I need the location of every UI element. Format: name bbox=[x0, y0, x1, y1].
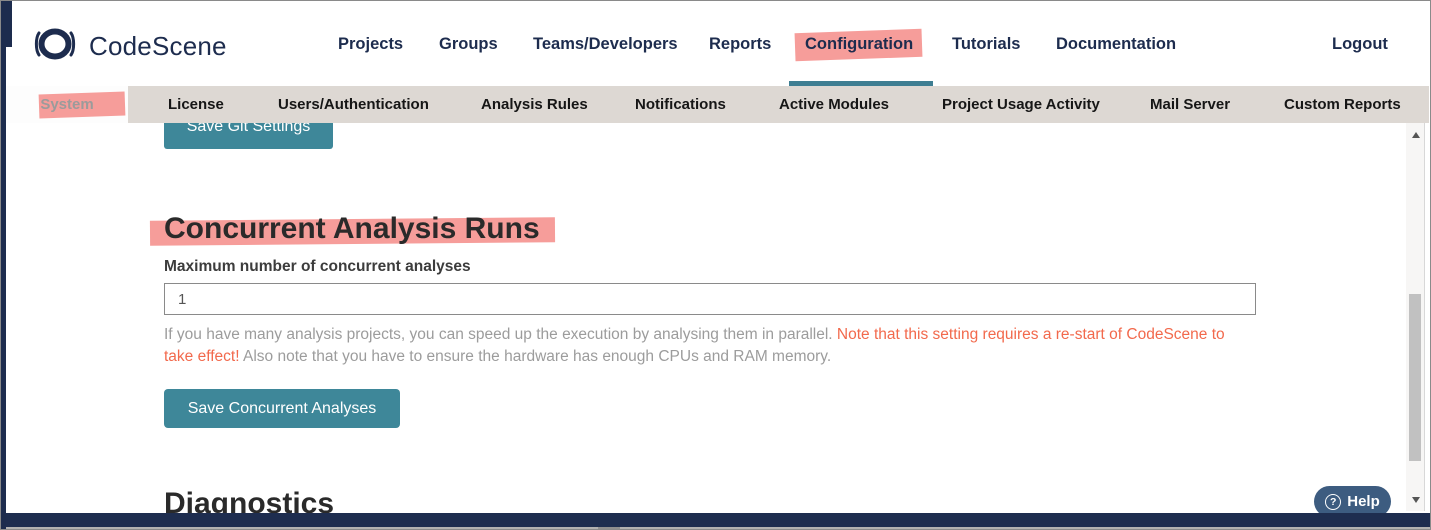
help-text-normal: Also note that you have to ensure the ha… bbox=[240, 348, 832, 365]
nav-item-teams-developers[interactable]: Teams/Developers bbox=[533, 35, 678, 54]
subnav-item-notifications[interactable]: Notifications bbox=[635, 96, 726, 113]
app-window: CodeScene Projects Groups Teams/Develope… bbox=[0, 0, 1431, 530]
nav-item-reports[interactable]: Reports bbox=[709, 35, 771, 54]
arrow-up-icon bbox=[1412, 132, 1420, 138]
concurrent-analyses-help-text: If you have many analysis projects, you … bbox=[164, 324, 1254, 367]
window-left-edge bbox=[1, 1, 6, 529]
question-circle-icon: ? bbox=[1325, 494, 1341, 510]
codescene-logo-icon bbox=[32, 25, 78, 68]
brand-name: CodeScene bbox=[89, 31, 227, 62]
section-title-concurrent-analysis: Concurrent Analysis Runs bbox=[164, 212, 540, 246]
arrow-down-icon bbox=[1412, 497, 1420, 503]
window-corner-block bbox=[1, 1, 12, 47]
brand-logo[interactable]: CodeScene bbox=[32, 25, 227, 68]
max-concurrent-analyses-label: Maximum number of concurrent analyses bbox=[164, 258, 471, 276]
logout-button[interactable]: Logout bbox=[1332, 35, 1388, 54]
configuration-subnav: System License Users/Authentication Anal… bbox=[6, 86, 1429, 123]
vertical-scrollbar[interactable] bbox=[1406, 123, 1425, 511]
help-button-label: Help bbox=[1347, 493, 1380, 510]
subnav-item-custom-reports[interactable]: Custom Reports bbox=[1284, 96, 1401, 113]
scrollbar-thumb[interactable] bbox=[1409, 294, 1421, 461]
subnav-item-active-modules[interactable]: Active Modules bbox=[779, 96, 889, 113]
subnav-item-mail-server[interactable]: Mail Server bbox=[1150, 96, 1230, 113]
nav-item-projects[interactable]: Projects bbox=[338, 35, 403, 54]
window-bottom-bar bbox=[1, 513, 1430, 527]
save-concurrent-analyses-button[interactable]: Save Concurrent Analyses bbox=[164, 389, 400, 428]
subnav-item-label: System bbox=[6, 96, 128, 113]
nav-item-groups[interactable]: Groups bbox=[439, 35, 498, 54]
scroll-down-button[interactable] bbox=[1406, 490, 1425, 509]
help-text-normal: If you have many analysis projects, you … bbox=[164, 326, 837, 343]
subnav-item-project-usage-activity[interactable]: Project Usage Activity bbox=[942, 96, 1100, 113]
scroll-up-button[interactable] bbox=[1406, 125, 1425, 144]
nav-item-configuration[interactable]: Configuration bbox=[805, 35, 913, 54]
subnav-item-license[interactable]: License bbox=[168, 96, 224, 113]
subnav-item-users-authentication[interactable]: Users/Authentication bbox=[278, 96, 429, 113]
subnav-item-system[interactable]: System bbox=[6, 86, 128, 123]
nav-item-label: Configuration bbox=[805, 35, 913, 53]
top-header: CodeScene Projects Groups Teams/Develope… bbox=[6, 2, 1429, 86]
nav-item-tutorials[interactable]: Tutorials bbox=[952, 35, 1020, 54]
subnav-item-analysis-rules[interactable]: Analysis Rules bbox=[481, 96, 588, 113]
max-concurrent-analyses-input[interactable] bbox=[164, 283, 1256, 315]
nav-item-documentation[interactable]: Documentation bbox=[1056, 35, 1176, 54]
